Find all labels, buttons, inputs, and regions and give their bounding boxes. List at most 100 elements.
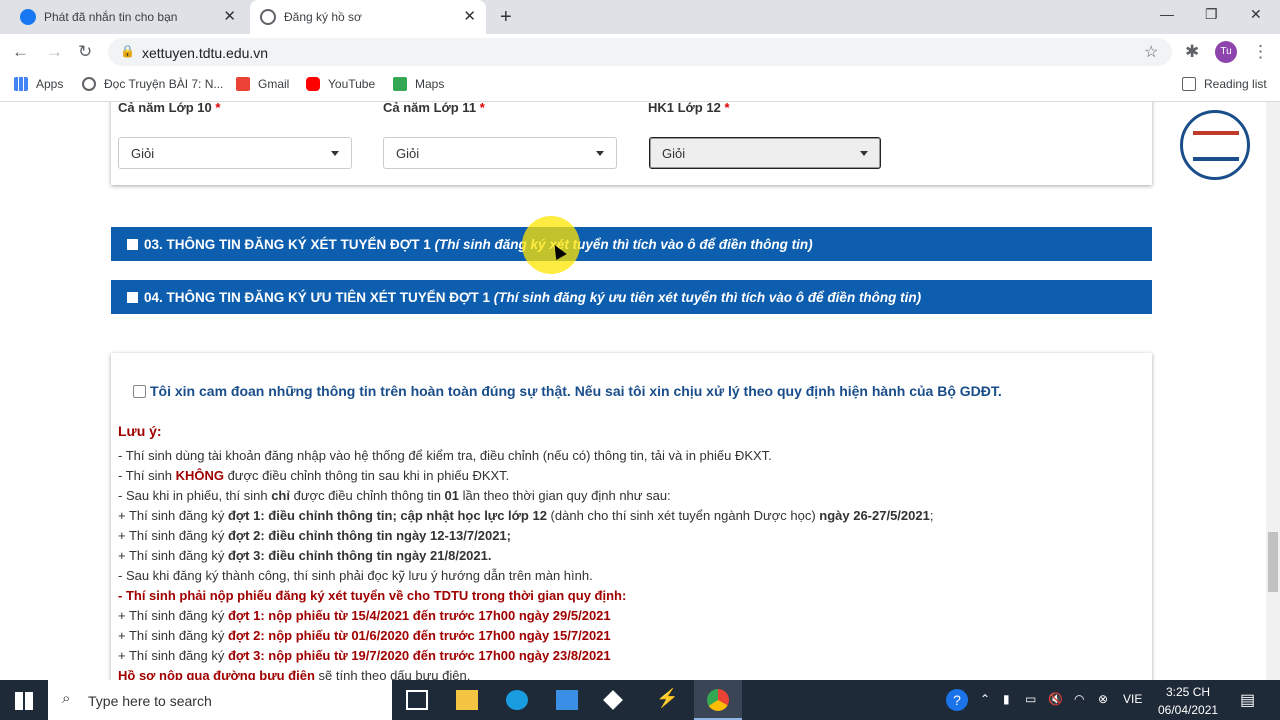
lock-icon: 🔒 [120,44,135,58]
note-line: + Thí sinh đăng ký đợt 3: điều chỉnh thô… [118,548,492,563]
bookmark-label: YouTube [328,77,376,91]
note-line: Hồ sơ nộp qua đường bưu điện sẽ tính the… [118,668,471,680]
note-line: + Thí sinh đăng ký đợt 1: điều chỉnh thô… [118,508,934,523]
task-view-icon[interactable] [406,690,428,710]
grades-card: Cả năm Lớp 10 * Cả năm Lớp 11 * HK1 Lớp … [111,102,1152,185]
close-tab-icon[interactable]: ✕ [223,9,236,24]
notifications-icon[interactable]: ▤ [1240,690,1255,710]
search-icon: ⌕ [62,690,71,707]
windows-start-icon[interactable] [15,692,33,710]
note-title: Lưu ý: [118,423,162,439]
microphone-icon[interactable]: ▮ [1003,692,1010,706]
bookmark-doc-truyen[interactable]: Đọc Truyện BÀI 7: N... [82,77,223,91]
grade-label-11: Cả năm Lớp 11 * [383,102,485,115]
tab-strip: Phát đã nhắn tin cho bạn ✕ Đăng ký hồ sơ… [0,0,1280,34]
bookmarks-bar: Apps Đọc Truyện BÀI 7: N... Gmail YouTub… [0,70,1280,102]
note-line: - Sau khi in phiếu, thí sinh chỉ được đi… [118,488,671,503]
chrome-taskbar-item[interactable] [694,680,742,720]
note-line: - Thí sinh KHÔNG được điều chỉnh thông t… [118,468,510,483]
dropbox-icon[interactable] [603,690,623,710]
chrome-icon [707,689,729,711]
close-tab-icon[interactable]: ✕ [463,9,476,24]
url-text: xettuyen.tdtu.edu.vn [142,45,269,61]
bookmark-maps[interactable]: Maps [393,77,444,91]
note-line: + Thí sinh đăng ký đợt 1: nộp phiếu từ 1… [118,608,611,623]
note-line: + Thí sinh đăng ký đợt 3: nộp phiếu từ 1… [118,648,611,663]
bookmark-label: Gmail [258,77,290,91]
note-line: - Sau khi đăng ký thành công, thí sinh p… [118,568,593,583]
network-x-icon[interactable]: ⊗ [1098,692,1108,706]
logo-mark [1193,131,1239,161]
help-icon[interactable]: ? [946,689,968,711]
minimize-icon[interactable]: — [1160,6,1174,22]
section-03-checkbox[interactable] [127,239,138,250]
chevron-up-icon[interactable]: ⌃ [980,692,990,706]
menu-dots-icon[interactable]: ⋮ [1252,42,1269,62]
file-explorer-icon[interactable] [456,690,478,710]
new-tab-button[interactable]: + [500,6,512,29]
bookmark-star-icon[interactable]: ☆ [1144,42,1158,62]
section-title: 03. THÔNG TIN ĐĂNG KÝ XÉT TUYỂN ĐỢT 1 [144,237,431,252]
facebook-icon [20,9,36,25]
volume-muted-icon[interactable]: 🔇 [1048,692,1063,706]
globe-icon [82,77,96,91]
globe-icon [260,9,276,25]
maps-icon [393,77,407,91]
clock-time[interactable]: 3:25 CH [1166,685,1210,699]
bookmark-apps[interactable]: Apps [14,77,63,91]
browser-toolbar: ← → ↻ 🔒 xettuyen.tdtu.edu.vn ☆ ✱ Tu ⋮ [0,34,1280,70]
clock-date[interactable]: 06/04/2021 [1158,703,1218,717]
mail-icon[interactable] [556,690,578,710]
section-hint: (Thí sinh đăng ký xét tuyển thì tích vào… [434,237,813,252]
forward-icon[interactable]: → [46,42,63,62]
close-window-icon[interactable]: ✕ [1250,6,1262,23]
note-line: - Thí sinh dùng tài khoản đăng nhập vào … [118,448,772,463]
youtube-icon [306,77,320,91]
battery-icon[interactable]: ▭ [1025,692,1036,706]
address-bar[interactable]: 🔒 xettuyen.tdtu.edu.vn ☆ [108,38,1172,66]
bookmark-label: Đọc Truyện BÀI 7: N... [104,77,224,91]
pledge-text: Tôi xin cam đoan những thông tin trên ho… [150,383,1002,399]
reload-icon[interactable]: ↻ [78,42,92,62]
edge-icon[interactable] [506,690,528,710]
reading-list-button[interactable]: Reading list [1182,77,1267,91]
grade-select-12[interactable]: Giỏi [649,137,881,169]
taskbar-search[interactable]: ⌕ Type here to search [48,680,392,720]
wifi-icon[interactable]: ◠ [1074,692,1084,706]
tdtu-logo [1180,110,1250,180]
section-04-header[interactable]: 04. THÔNG TIN ĐĂNG KÝ ƯU TIÊN XÉT TUYỂN … [111,280,1152,314]
bookmark-youtube[interactable]: YouTube [306,77,375,91]
section-title: 04. THÔNG TIN ĐĂNG KÝ ƯU TIÊN XÉT TUYỂN … [144,290,490,305]
extensions-icon[interactable]: ✱ [1185,42,1199,62]
grade-label-12: HK1 Lớp 12 * [648,102,730,115]
windows-taskbar: ⌕ Type here to search ⚡ ? ⌃ ▮ ▭ 🔇 ◠ ⊗ VI… [0,680,1280,720]
pledge-checkbox[interactable] [133,385,146,398]
language-indicator[interactable]: VIE [1123,692,1142,706]
bookmark-label: Maps [415,77,445,91]
tab-title: Đăng ký hồ sơ [284,10,362,24]
grade-label-10: Cả năm Lớp 10 * [118,102,221,115]
app-bolt-icon[interactable]: ⚡ [656,688,678,708]
grade-select-11[interactable]: Giỏi [383,137,617,169]
section-03-header[interactable]: 03. THÔNG TIN ĐĂNG KÝ XÉT TUYỂN ĐỢT 1 (T… [111,227,1152,261]
tab-facebook[interactable]: Phát đã nhắn tin cho bạn ✕ [10,0,246,34]
tab-title: Phát đã nhắn tin cho bạn [44,10,178,24]
apps-grid-icon [14,77,28,91]
chevron-down-icon [331,151,339,156]
note-line: + Thí sinh đăng ký đợt 2: điều chỉnh thô… [118,528,511,543]
bookmark-gmail[interactable]: Gmail [236,77,289,91]
bookmark-label: Apps [36,77,64,91]
profile-avatar[interactable]: Tu [1215,41,1237,63]
cursor-highlight [522,216,580,274]
scrollbar-thumb[interactable] [1268,532,1278,592]
chevron-down-icon [860,151,868,156]
reading-list-label: Reading list [1204,77,1267,91]
page-scrollbar[interactable] [1266,102,1280,680]
grade-select-10[interactable]: Giỏi [118,137,352,169]
back-icon[interactable]: ← [12,42,29,62]
section-hint: (Thí sinh đăng ký ưu tiên xét tuyển thì … [493,290,922,305]
tab-dang-ky-ho-so[interactable]: Đăng ký hồ sơ ✕ [250,0,486,34]
section-04-checkbox[interactable] [127,292,138,303]
restore-icon[interactable]: ❐ [1205,6,1218,23]
note-line: + Thí sinh đăng ký đợt 2: nộp phiếu từ 0… [118,628,611,643]
